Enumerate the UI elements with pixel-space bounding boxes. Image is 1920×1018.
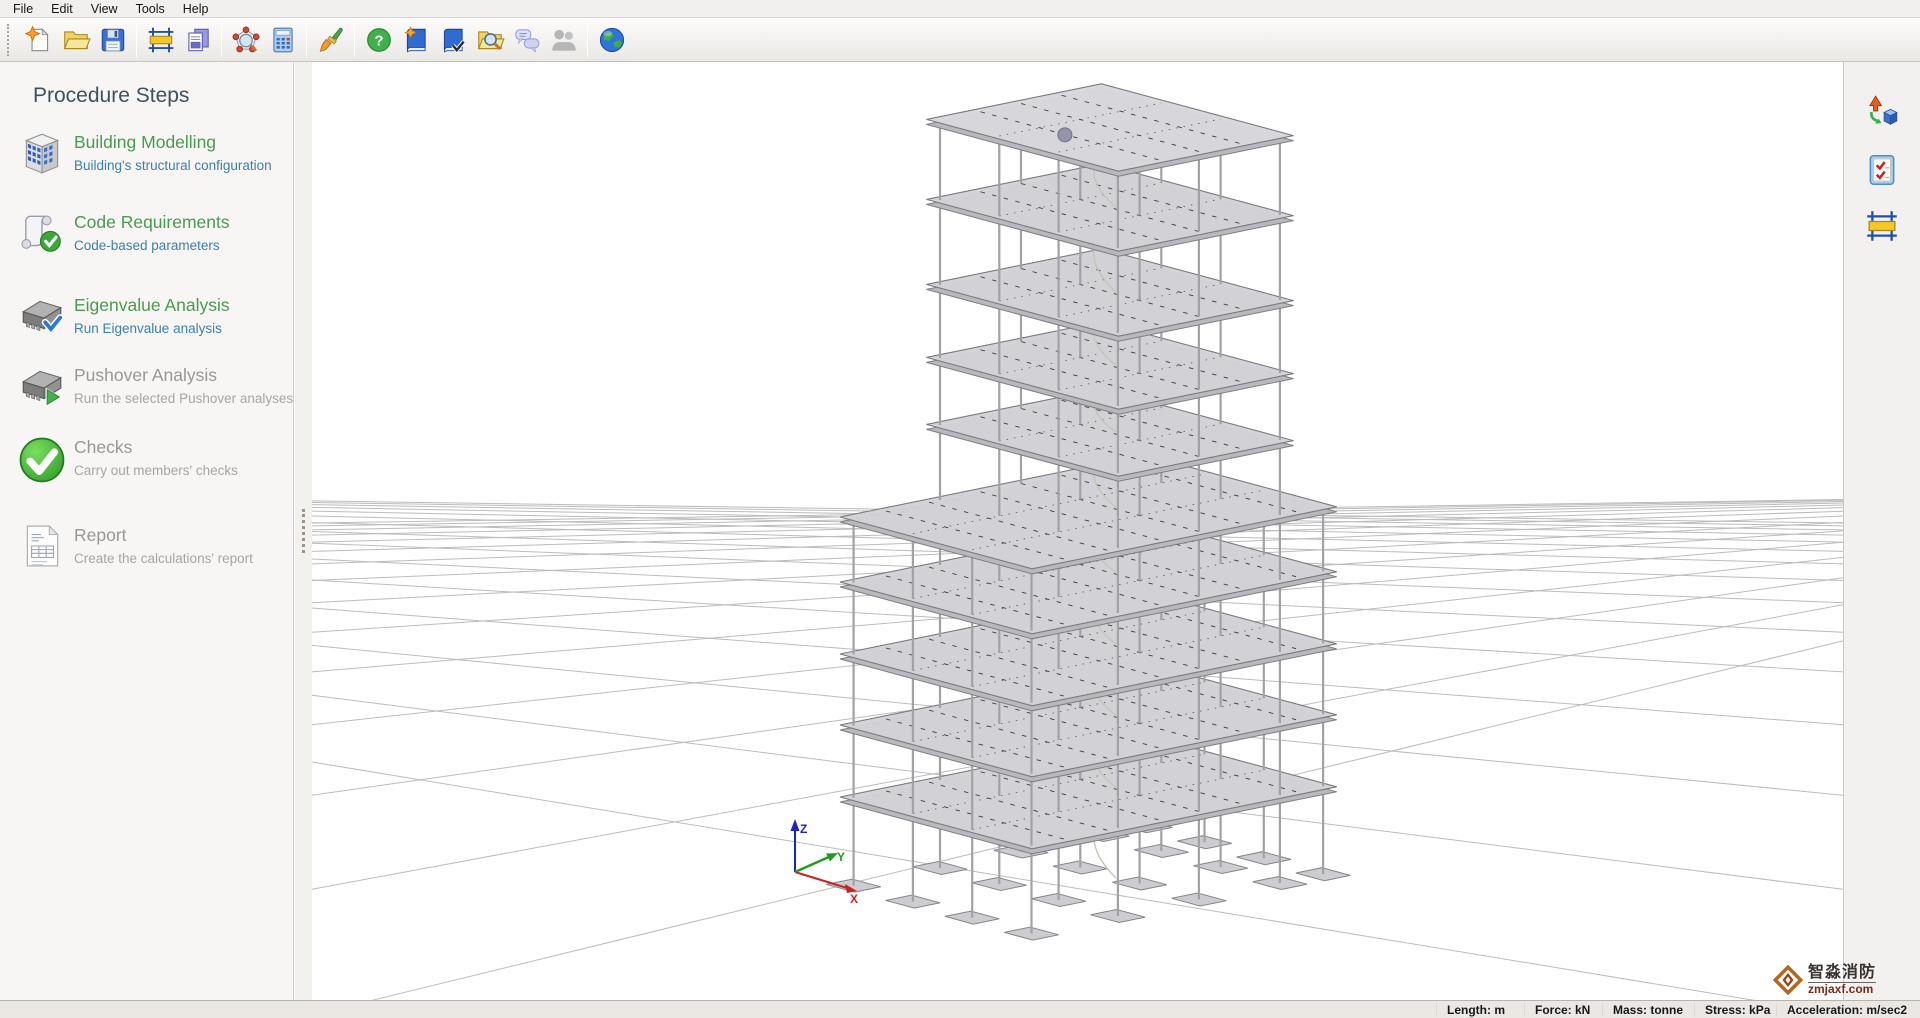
status-mass-unit: Mass: tonne <box>1602 1003 1694 1017</box>
step-description: Carry out members' checks <box>74 463 238 478</box>
new-document-icon <box>24 25 54 55</box>
paint-brush-icon <box>316 25 346 55</box>
splitter-grip-icon <box>302 509 305 553</box>
paint-brush-button[interactable] <box>312 21 349 59</box>
building-model-scene: Z Y X <box>312 62 1843 1000</box>
step-description: Building's structural configuration <box>74 158 272 173</box>
step-description: Code-based parameters <box>74 238 230 253</box>
comments-icon <box>512 25 542 55</box>
green-check-icon <box>16 434 68 486</box>
toolbar-separator <box>306 23 307 57</box>
verification-book-button[interactable] <box>434 21 471 59</box>
file-search-button[interactable] <box>471 21 508 59</box>
deformed-shape-icon <box>1864 94 1900 130</box>
frame-section-button-right[interactable] <box>1860 204 1904 248</box>
calculator-button[interactable] <box>264 21 301 59</box>
toolbar-separator <box>221 23 222 57</box>
step-label: Report <box>74 525 253 546</box>
toolbar-separator <box>587 23 588 57</box>
new-document-button[interactable] <box>20 21 57 59</box>
toolbar-separator <box>136 23 137 57</box>
user-manual-button[interactable] <box>397 21 434 59</box>
frame-section-button[interactable] <box>142 21 179 59</box>
frame-section-icon <box>1864 208 1900 244</box>
right-toolbar <box>1843 62 1920 1000</box>
step-label: Building Modelling <box>74 132 272 153</box>
procedure-steps-panel: Procedure Steps Building Modelling <box>0 62 294 1000</box>
svg-text:?: ? <box>374 32 383 49</box>
menu-tools[interactable]: Tools <box>127 1 174 17</box>
checks-list-icon <box>1864 152 1900 188</box>
forum-disabled-icon <box>549 25 579 55</box>
status-force-unit: Force: kN <box>1524 1003 1602 1017</box>
main-toolbar: ? <box>0 18 1920 62</box>
step-label: Pushover Analysis <box>74 365 293 386</box>
axis-x-label: X <box>850 892 858 906</box>
model-3d-viewport[interactable]: Z Y X <box>312 62 1843 1000</box>
menu-view[interactable]: View <box>82 1 127 17</box>
status-bar: Length: m Force: kN Mass: tonne Stress: … <box>0 1000 1920 1018</box>
watermark-title: 智淼消防 <box>1808 964 1876 983</box>
checks-list-button[interactable] <box>1860 148 1904 192</box>
engine-play-icon <box>18 362 66 410</box>
menu-help[interactable]: Help <box>174 1 218 17</box>
watermark: 智淼消防 zmjaxf.com <box>1770 962 1876 998</box>
menu-file[interactable]: File <box>4 1 42 17</box>
model-viewer-icon <box>231 25 261 55</box>
application-window: File Edit View Tools Help <box>0 0 1920 1018</box>
toolbar-separator <box>354 23 355 57</box>
report-page-icon <box>18 522 66 570</box>
feedback-comments-button[interactable] <box>508 21 545 59</box>
save-project-button[interactable] <box>94 21 131 59</box>
engine-check-icon <box>18 292 66 340</box>
axis-z-label: Z <box>800 822 807 836</box>
user-manual-icon <box>401 25 431 55</box>
help-icon: ? <box>364 25 394 55</box>
forum-disabled-button <box>545 21 582 59</box>
web-globe-button[interactable] <box>593 21 630 59</box>
help-button[interactable]: ? <box>360 21 397 59</box>
open-project-button[interactable] <box>57 21 94 59</box>
model-viewer-button[interactable] <box>227 21 264 59</box>
status-length-unit: Length: m <box>1436 1003 1524 1017</box>
verification-book-icon <box>438 25 468 55</box>
watermark-logo-icon <box>1770 962 1806 998</box>
step-label: Checks <box>74 437 238 458</box>
menu-bar: File Edit View Tools Help <box>0 0 1920 18</box>
step-label: Code Requirements <box>74 212 230 233</box>
axis-y-label: Y <box>837 850 845 864</box>
status-acceleration-unit: Acceleration: m/sec2 <box>1776 1003 1914 1017</box>
panel-title: Procedure Steps <box>33 84 189 108</box>
open-folder-icon <box>61 25 91 55</box>
step-description: Create the calculations' report <box>74 551 253 566</box>
report-document-button[interactable] <box>179 21 216 59</box>
scroll-check-icon <box>18 209 66 257</box>
report-document-icon <box>183 25 213 55</box>
globe-icon <box>597 25 627 55</box>
watermark-url: zmjaxf.com <box>1808 983 1876 996</box>
menu-edit[interactable]: Edit <box>42 1 82 17</box>
step-description: Run Eigenvalue analysis <box>74 321 230 336</box>
status-stress-unit: Stress: kPa <box>1694 1003 1776 1017</box>
calculator-icon <box>268 25 298 55</box>
deformed-shape-button[interactable] <box>1860 90 1904 134</box>
file-search-icon <box>475 25 505 55</box>
step-label: Eigenvalue Analysis <box>74 295 230 316</box>
save-floppy-icon <box>98 25 128 55</box>
toolbar-grip[interactable] <box>7 24 11 56</box>
panel-splitter[interactable] <box>295 62 312 1000</box>
building-icon <box>18 129 66 177</box>
step-description: Run the selected Pushover analyses <box>74 391 293 406</box>
frame-section-icon <box>146 25 176 55</box>
